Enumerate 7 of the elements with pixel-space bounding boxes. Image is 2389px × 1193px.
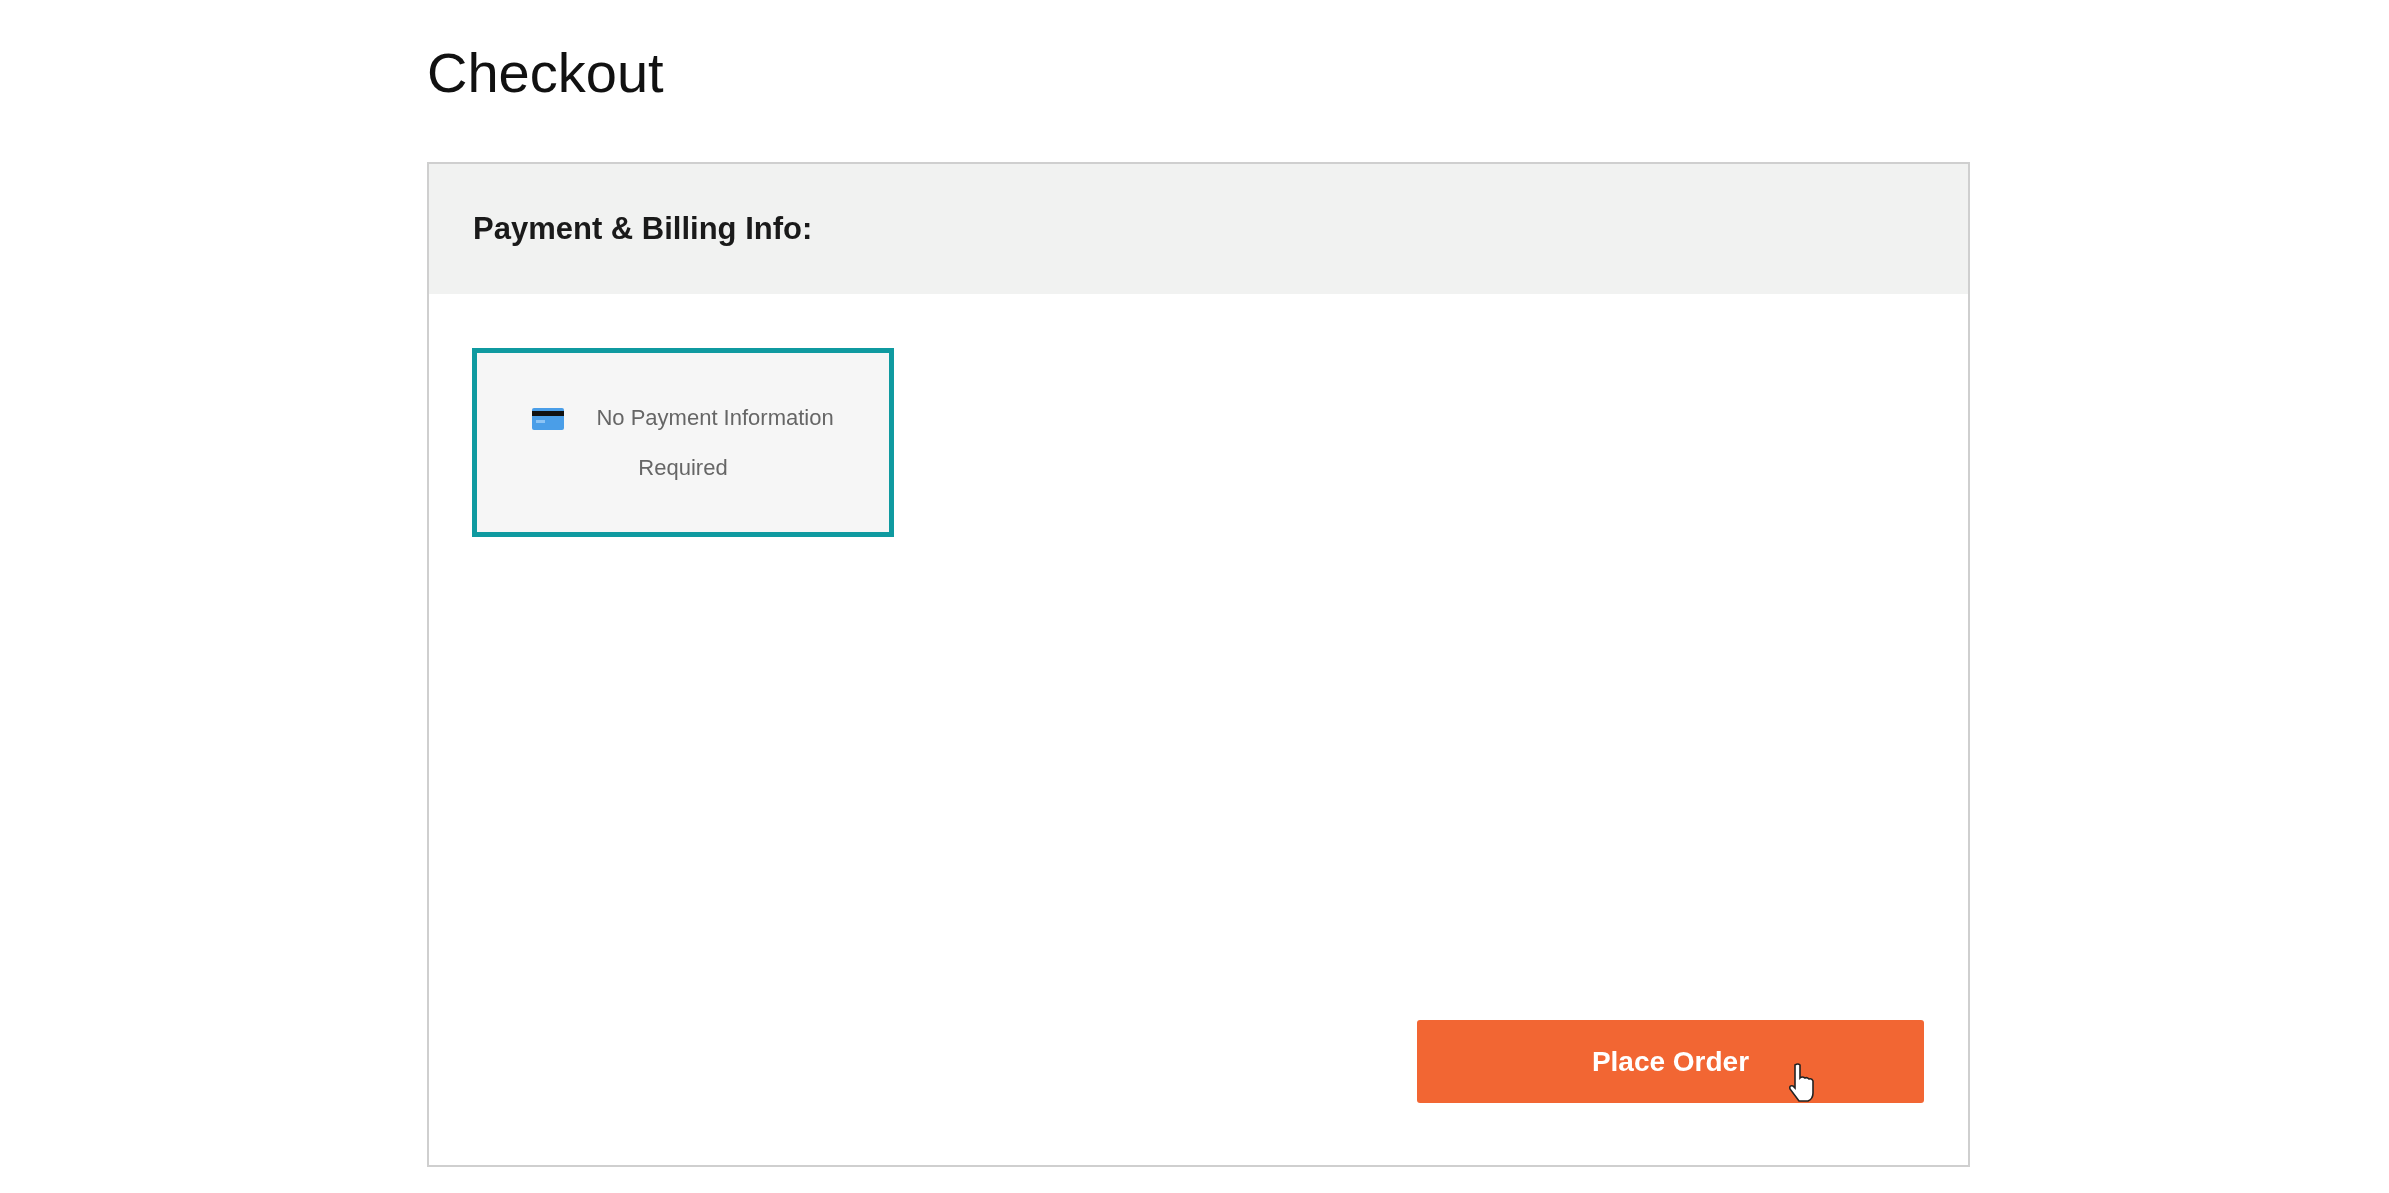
option-label: No Payment Information Required — [596, 404, 834, 480]
credit-card-icon — [532, 407, 565, 430]
payment-option[interactable]: No Payment Information Required — [472, 348, 894, 537]
section-title: Payment & Billing Info: — [473, 211, 813, 247]
hand-cursor-icon — [1787, 1063, 1817, 1103]
place-order-button[interactable]: Place Order — [1417, 1020, 1924, 1103]
page-title: Checkout — [427, 40, 665, 106]
